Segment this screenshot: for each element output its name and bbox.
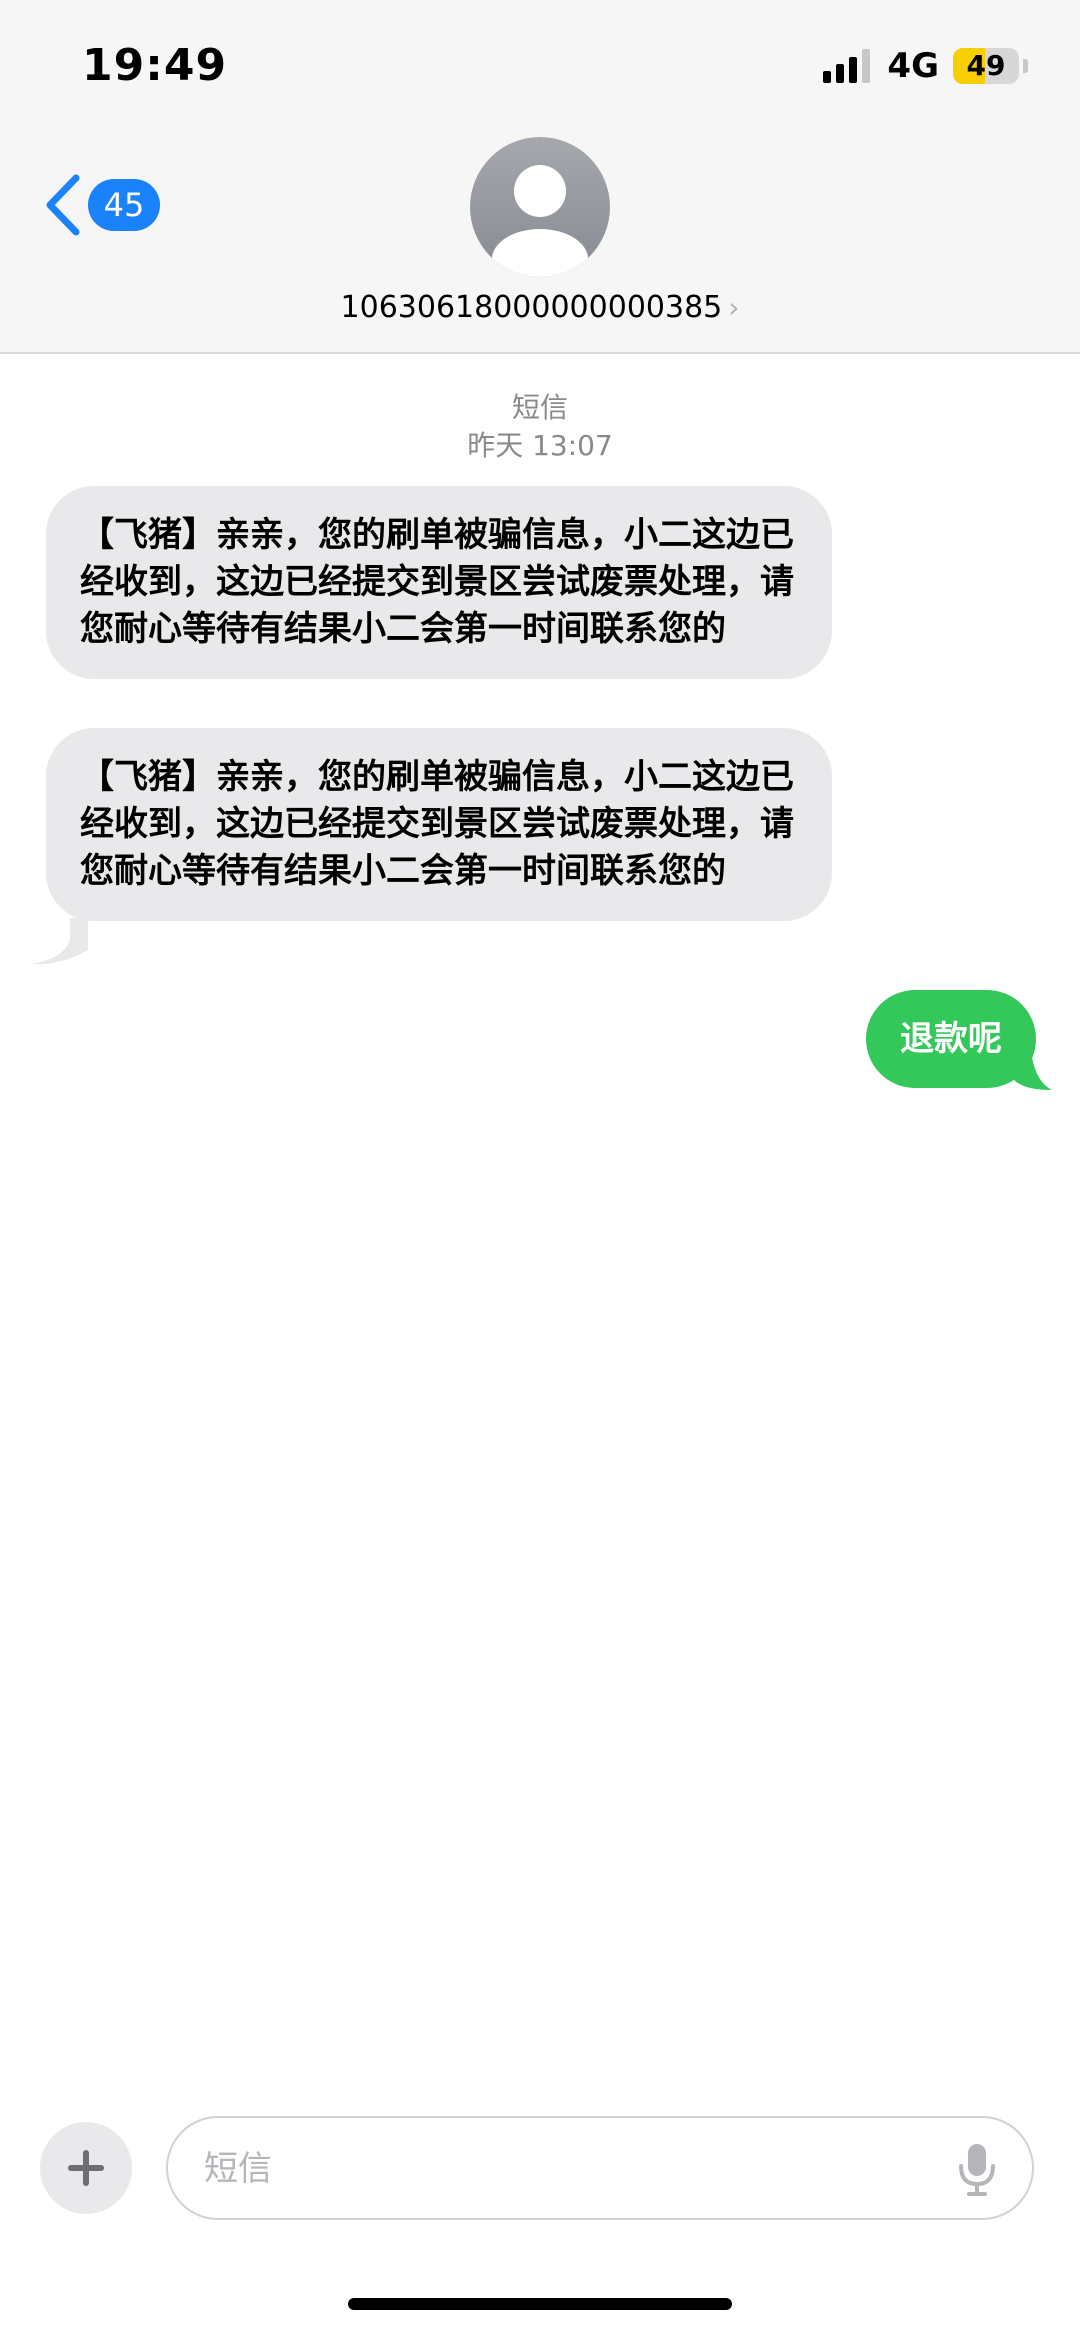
outgoing-message-bubble[interactable]: 退款呢	[866, 990, 1036, 1088]
battery-tip	[1023, 59, 1028, 73]
status-indicators: 4G 49	[823, 46, 1028, 86]
contact-avatar[interactable]	[470, 137, 610, 277]
messages-screen: 19:49 4G 49 45 10630618000000000385 › 短信…	[0, 0, 1080, 2337]
unread-count-badge: 45	[88, 179, 160, 231]
incoming-bubble-tail	[32, 918, 88, 965]
message-timestamp: 昨天 13:07	[467, 429, 613, 462]
person-icon	[492, 165, 588, 277]
plus-icon	[68, 2150, 104, 2186]
back-button[interactable]: 45	[44, 174, 160, 236]
chevron-right-icon: ›	[728, 291, 740, 324]
incoming-message-bubble[interactable]: 【飞猪】亲亲，您的刷单被骗信息，小二这边已经收到，这边已经提交到景区尝试废票处理…	[46, 486, 832, 679]
message-input[interactable]	[202, 2118, 926, 2220]
add-attachment-button[interactable]	[40, 2122, 132, 2214]
incoming-message-bubble[interactable]: 【飞猪】亲亲，您的刷单被骗信息，小二这边已经收到，这边已经提交到景区尝试废票处理…	[46, 728, 832, 921]
microphone-icon[interactable]	[958, 2144, 996, 2196]
network-type: 4G	[887, 46, 939, 86]
service-label: 短信	[511, 391, 568, 424]
home-indicator[interactable]	[348, 2298, 732, 2310]
signal-icon	[823, 49, 871, 83]
status-time: 19:49	[82, 40, 228, 91]
battery-level: 49	[966, 49, 1006, 82]
outgoing-bubble-tail	[1014, 1040, 1052, 1090]
contact-name: 10630618000000000385	[340, 290, 723, 325]
chevron-left-icon	[46, 174, 80, 236]
contact-name-button[interactable]: 10630618000000000385 ›	[0, 290, 1080, 325]
conversation-header: 19:49 4G 49 45 10630618000000000385 ›	[0, 0, 1080, 354]
battery-icon: 49	[953, 48, 1019, 84]
message-input-container[interactable]	[166, 2116, 1034, 2220]
